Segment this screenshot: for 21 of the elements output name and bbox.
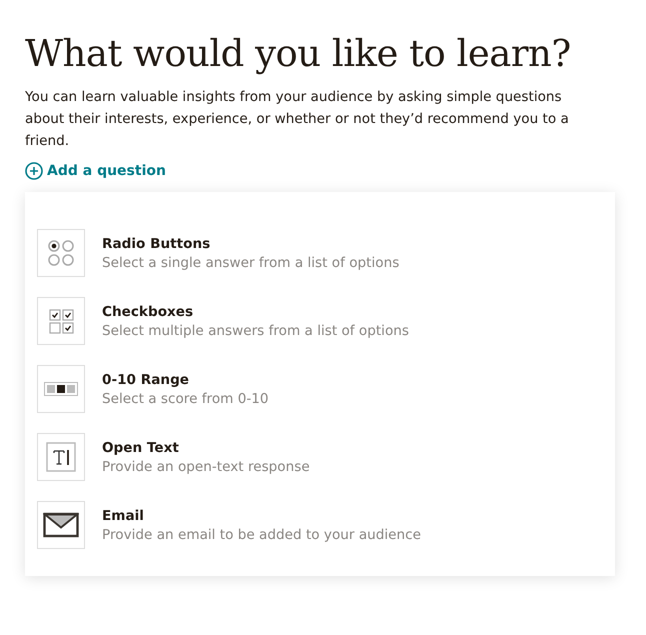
question-type-name: Open Text: [102, 440, 180, 456]
question-type-name: 0-10 Range: [102, 372, 190, 388]
question-type-description: Select a score from 0-10: [102, 390, 269, 406]
question-type-description: Select multiple answers from a list of options: [102, 322, 409, 338]
page-title: What would you like to learn?: [25, 31, 572, 77]
question-type-name: Checkboxes: [102, 304, 194, 320]
question-type-name: Email: [102, 508, 145, 524]
question-type-tile[interactable]: [37, 501, 85, 549]
question-type-description: Provide an open-text response: [102, 458, 310, 474]
plus-circle-icon: [25, 162, 43, 180]
question-type-description: Provide an email to be added to your audience: [102, 526, 421, 542]
question-type-name: Radio Buttons: [102, 236, 212, 252]
question-type-tile[interactable]: [37, 433, 85, 481]
add-question-link[interactable]: Add a question: [25, 162, 166, 180]
question-type-tile[interactable]: [37, 229, 85, 277]
intro-text: You can learn valuable insights from your audience by asking simple questions about their interests, experience, or whether or not they’d recommend you to a friend.: [25, 88, 570, 151]
envelope-icon: [43, 512, 79, 538]
range-scale-icon: [44, 382, 78, 396]
question-type-description: Select a single answer from a list of options: [102, 254, 400, 270]
question-type-tile[interactable]: [37, 297, 85, 345]
question-type-tile[interactable]: [37, 365, 85, 413]
